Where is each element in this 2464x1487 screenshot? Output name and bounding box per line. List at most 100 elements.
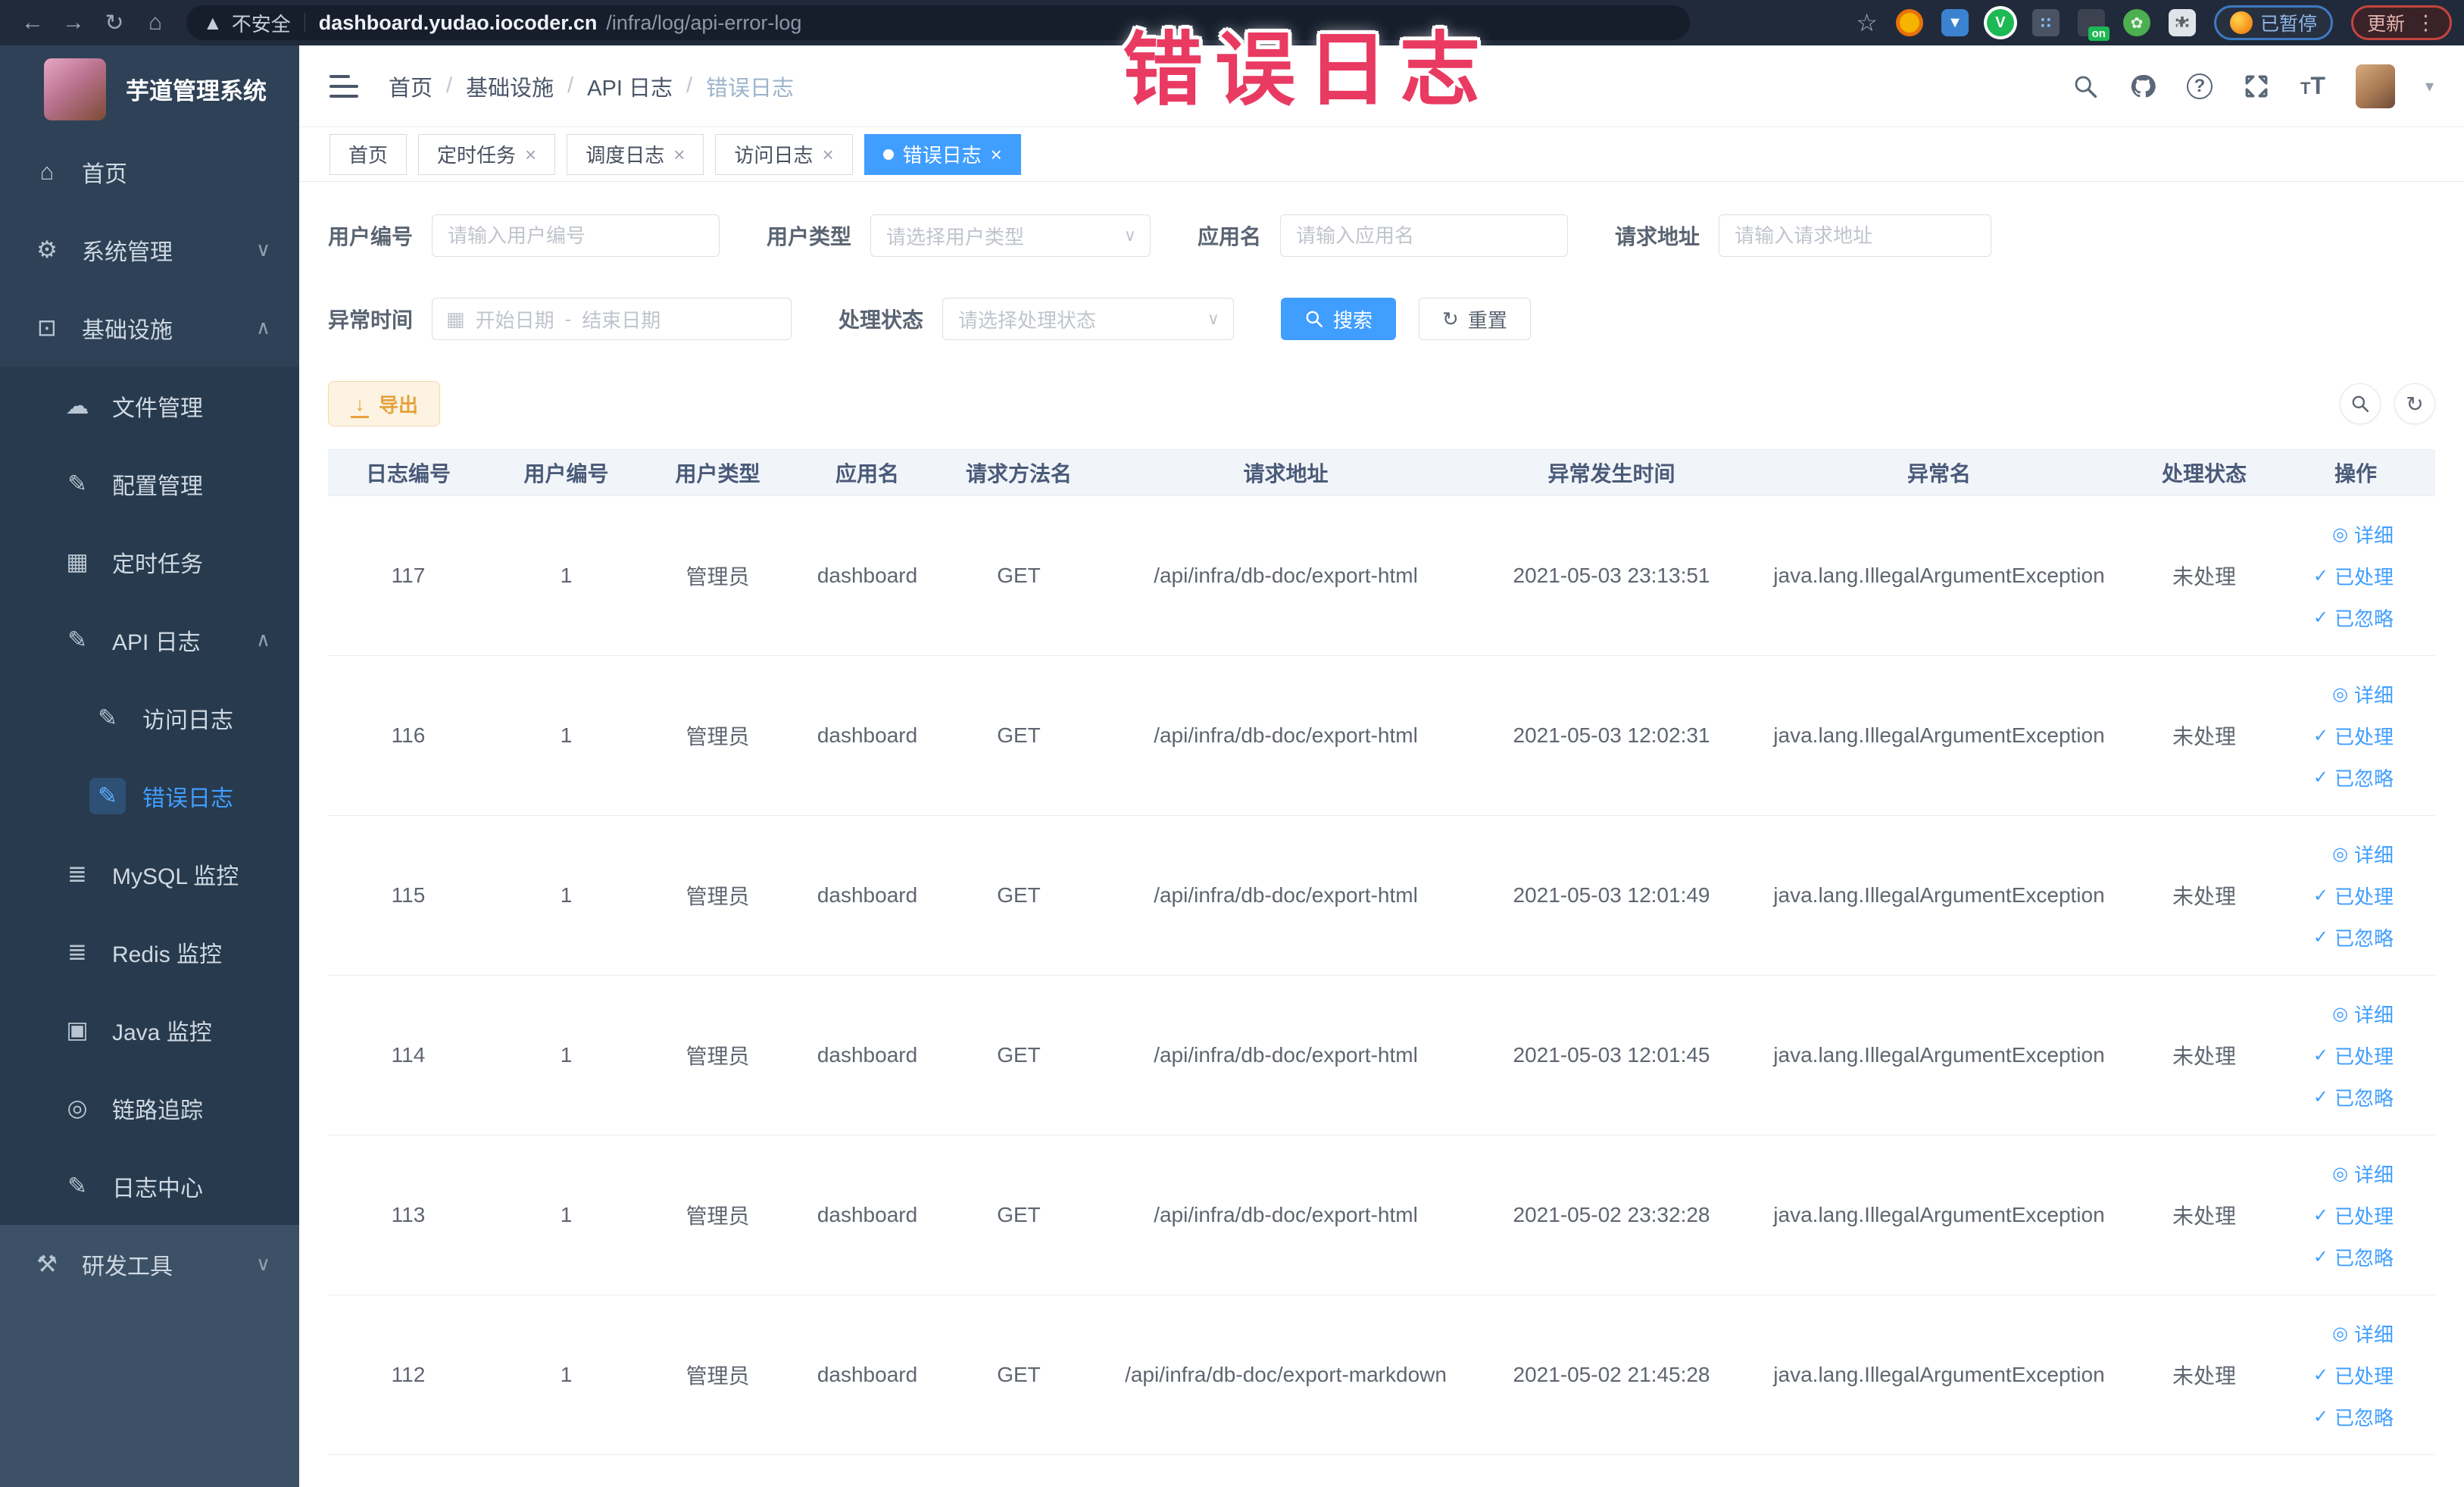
bookmark-star-icon[interactable]: ☆ (1856, 8, 1878, 37)
table-cell: GET (997, 1203, 1041, 1226)
shield-icon[interactable]: ▼ (1941, 9, 1969, 36)
mark-processed-link[interactable]: ✓ 已处理 (2313, 562, 2394, 590)
breadcrumb-item[interactable]: 基础设施 (466, 70, 554, 102)
sidebar-item-error-log[interactable]: ✎ 错误日志 (0, 757, 299, 835)
fullscreen-icon[interactable] (2243, 73, 2270, 100)
font-size-icon[interactable]: TT (2300, 72, 2325, 100)
app-name-input[interactable] (1280, 214, 1569, 257)
detail-link[interactable]: ◎ 详细 (2332, 1000, 2394, 1028)
breadcrumb-item[interactable]: API 日志 (587, 70, 673, 102)
sidebar-item-label: 基础设施 (82, 317, 173, 343)
sidebar-item-file-management[interactable]: ☁ 文件管理 (0, 367, 299, 445)
detail-link[interactable]: ◎ 详细 (2332, 1160, 2394, 1188)
check-icon: ✓ (2313, 725, 2328, 746)
paused-label: 已暂停 (2259, 14, 2317, 35)
security-label[interactable]: 不安全 (232, 9, 291, 37)
green-check-icon[interactable]: V (1986, 9, 2014, 36)
close-icon[interactable]: × (822, 145, 833, 164)
sidebar-logo-row[interactable]: 芋道管理系统 (0, 45, 299, 133)
sidebar-item-label: 文件管理 (112, 395, 203, 421)
update-button[interactable]: 更新 ⋮ (2350, 5, 2452, 40)
mark-processed-link[interactable]: ✓ 已处理 (2313, 1361, 2394, 1389)
tab-label: 调度日志 (586, 144, 665, 167)
sidebar-item-redis-monitor[interactable]: ≣ Redis 监控 (0, 913, 299, 991)
mark-processed-link[interactable]: ✓ 已处理 (2313, 1201, 2394, 1229)
address-bar[interactable]: ▲ 不安全 dashboard.yudao.iocoder.cn/infra/l… (186, 5, 1690, 40)
mark-processed-link[interactable]: ✓ 已处理 (2313, 722, 2394, 750)
close-icon[interactable]: × (991, 145, 1002, 164)
tab-home[interactable]: 首页 (329, 133, 408, 175)
sidebar-item-java-monitor[interactable]: ▣ Java 监控 (0, 991, 299, 1069)
check-icon: ✓ (2313, 1086, 2328, 1107)
table-cell: 2021-05-03 23:13:51 (1513, 564, 1710, 587)
export-button[interactable]: ↓ 导出 (328, 381, 441, 426)
puzzle-icon[interactable] (2168, 9, 2196, 36)
download-icon: ↓ (350, 392, 370, 418)
date-range-picker[interactable]: ▦ 开始日期 - 结束日期 (432, 298, 792, 340)
mark-processed-link[interactable]: ✓ 已处理 (2313, 882, 2394, 910)
sidebar-item-dev-tools[interactable]: ⚒ 研发工具 ∨ (0, 1225, 299, 1303)
tab-error-log[interactable]: 错误日志 × (863, 133, 1021, 175)
forward-icon[interactable]: → (53, 10, 94, 36)
sidebar-item-trace[interactable]: ◎ 链路追踪 (0, 1069, 299, 1147)
back-icon[interactable]: ← (12, 10, 53, 36)
grid-icon[interactable]: ∷ (2031, 9, 2060, 36)
mark-ignored-link[interactable]: ✓ 已忽略 (2313, 923, 2394, 951)
detail-link[interactable]: ◎ 详细 (2332, 680, 2394, 708)
mark-ignored-link[interactable]: ✓ 已忽略 (2313, 604, 2394, 632)
sidebar-item-infrastructure[interactable]: ⊡ 基础设施 ∧ (0, 289, 299, 367)
tab-scheduled-tasks[interactable]: 定时任务 × (418, 133, 556, 175)
sidebar-collapse-icon[interactable] (329, 74, 358, 98)
mark-ignored-link[interactable]: ✓ 已忽略 (2313, 764, 2394, 792)
mark-ignored-link[interactable]: ✓ 已忽略 (2313, 1403, 2394, 1431)
caret-down-icon[interactable]: ▾ (2425, 77, 2434, 96)
leaf-icon[interactable]: ✿ (2122, 9, 2150, 36)
app-logo (44, 58, 106, 120)
avatar[interactable] (2355, 64, 2395, 108)
refresh-table-button[interactable]: ↻ (2394, 383, 2435, 424)
sidebar-item-system-management[interactable]: ⚙ 系统管理 ∨ (0, 211, 299, 289)
sidebar-item-home[interactable]: ⌂ 首页 (0, 133, 299, 211)
table-cell: 113 (391, 1203, 426, 1226)
breadcrumb-current: 错误日志 (706, 76, 795, 101)
sidebar-item-scheduled-tasks[interactable]: ▦ 定时任务 (0, 523, 299, 601)
date-end-placeholder[interactable]: 结束日期 (582, 305, 661, 333)
toggle-search-button[interactable] (2340, 383, 2381, 424)
reset-button[interactable]: ↻ 重置 (1419, 298, 1531, 340)
search-button[interactable]: 搜索 (1281, 298, 1397, 340)
detail-link[interactable]: ◎ 详细 (2332, 1320, 2394, 1348)
process-status-select[interactable]: 请选择处理状态 ∨ (942, 298, 1235, 340)
close-icon[interactable]: × (525, 145, 536, 164)
user-type-select[interactable]: 请选择用户类型 ∨ (870, 214, 1151, 257)
sync-paused-pill[interactable]: 已暂停 (2213, 5, 2333, 40)
close-icon[interactable]: × (673, 145, 685, 164)
table-body: 117 1 管理员 dashboard GET/api/infra/db-doc/exp… (328, 496, 2435, 1455)
mark-ignored-link[interactable]: ✓ 已忽略 (2313, 1243, 2394, 1271)
mark-ignored-link[interactable]: ✓ 已忽略 (2313, 1083, 2394, 1111)
mark-processed-link[interactable]: ✓ 已处理 (2313, 1042, 2394, 1070)
tab-access-log[interactable]: 访问日志 × (715, 133, 853, 175)
browser-menu-icon[interactable]: ⋮ (2416, 11, 2436, 35)
tab-schedule-log[interactable]: 调度日志 × (567, 133, 704, 175)
date-start-placeholder[interactable]: 开始日期 (476, 305, 554, 333)
help-icon[interactable]: ? (2186, 73, 2213, 99)
sidebar-item-access-log[interactable]: ✎ 访问日志 (0, 679, 299, 757)
breadcrumb-item[interactable]: 首页 (389, 70, 433, 102)
sidebar-item-log-center[interactable]: ✎ 日志中心 (0, 1147, 299, 1225)
user-id-input[interactable] (432, 214, 720, 257)
sidebar-item-config-management[interactable]: ✎ 配置管理 (0, 445, 299, 523)
detail-link[interactable]: ◎ 详细 (2332, 520, 2394, 548)
sidebar-item-api-log[interactable]: ✎ API 日志 ∧ (0, 601, 299, 679)
request-url-input[interactable] (1719, 214, 1992, 257)
chevron-up-icon: ∧ (255, 316, 270, 339)
adblock-icon[interactable] (1895, 9, 1923, 36)
switch-on-icon[interactable]: on (2077, 9, 2110, 41)
home-icon[interactable]: ⌂ (135, 10, 176, 36)
github-icon[interactable] (2129, 73, 2156, 100)
breadcrumb: 首页 / 基础设施 / API 日志 / 错误日志 (389, 70, 794, 102)
search-icon[interactable] (2072, 73, 2099, 100)
sidebar-item-mysql-monitor[interactable]: ≣ MySQL 监控 (0, 835, 299, 913)
detail-link[interactable]: ◎ 详细 (2332, 840, 2394, 868)
reload-icon[interactable]: ↻ (94, 10, 135, 36)
column-header: 异常名 (1907, 462, 1971, 486)
